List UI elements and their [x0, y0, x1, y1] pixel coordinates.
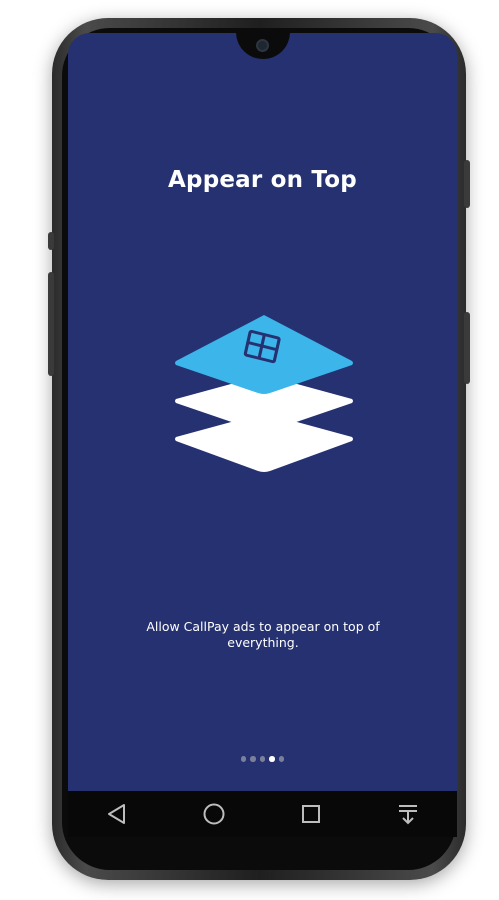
page-dot-3[interactable]	[259, 756, 266, 762]
page-dot-2[interactable]	[250, 756, 256, 762]
recents-icon	[302, 805, 321, 823]
phone-side-button-left-2	[48, 272, 54, 376]
phone-side-button-right-2	[464, 312, 470, 384]
page-dot-1[interactable]	[240, 756, 247, 762]
home-icon	[203, 803, 225, 825]
page-indicator	[68, 756, 457, 762]
description-text: Allow CallPay ads to appear on top of ev…	[146, 619, 380, 650]
onboarding-screen: Appear on Top Allow CallPay ads to appea…	[68, 33, 457, 791]
page-dot-5[interactable]	[278, 756, 285, 762]
phone-side-button-left-1	[48, 232, 54, 250]
notification-pulldown-button[interactable]	[390, 796, 426, 832]
notification-pulldown-icon	[399, 805, 418, 825]
back-button[interactable]	[99, 796, 135, 832]
system-navigation-bar	[68, 791, 457, 837]
home-button[interactable]	[196, 796, 232, 832]
phone-side-button-right-1	[464, 160, 470, 208]
recents-button[interactable]	[293, 796, 329, 832]
back-icon	[107, 804, 125, 824]
layers-icon	[174, 315, 354, 473]
front-camera	[256, 39, 269, 52]
page-title: Appear on Top	[168, 167, 357, 193]
page-dot-4-active[interactable]	[269, 756, 275, 762]
